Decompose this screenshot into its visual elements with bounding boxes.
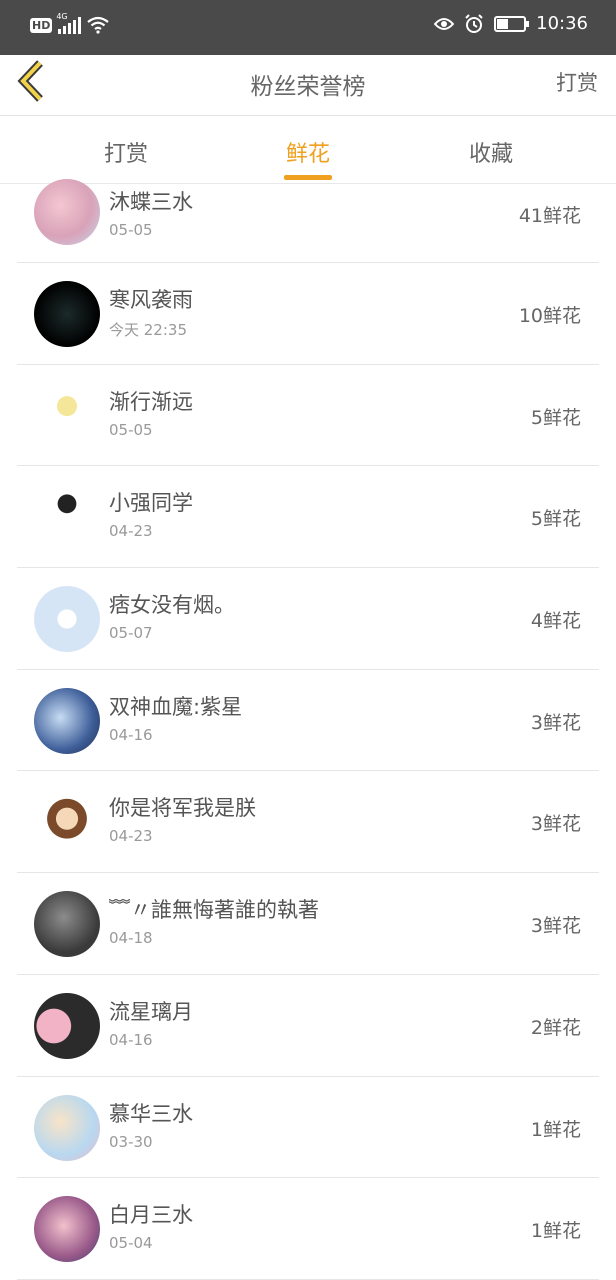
fan-date: 05-04 xyxy=(109,1234,153,1253)
fan-row[interactable]: 小强同学 04-23 5鲜花 xyxy=(17,466,599,569)
avatar[interactable] xyxy=(34,1196,100,1263)
fan-row[interactable]: 沐蝶三水 05-05 41鲜花 xyxy=(17,179,599,263)
flower-count: 10鲜花 xyxy=(518,305,581,327)
fan-date: 03-30 xyxy=(109,1132,153,1151)
fan-name: 你是将军我是朕 xyxy=(109,796,256,821)
flower-count: 3鲜花 xyxy=(530,915,581,938)
eye-icon xyxy=(434,17,455,30)
fan-date: 04-16 xyxy=(109,725,153,744)
fan-row[interactable]: 白月三水 05-04 1鲜花 xyxy=(17,1178,599,1280)
tab-favorites[interactable]: 收藏 xyxy=(431,136,551,168)
fan-date: 04-23 xyxy=(109,827,153,846)
status-bar: HD 4G 10:36 xyxy=(0,0,616,55)
fan-name: 小强同学 xyxy=(109,491,193,516)
flower-count: 41鲜花 xyxy=(518,205,581,227)
avatar[interactable] xyxy=(34,992,100,1059)
fan-date: 04-16 xyxy=(109,1030,153,1049)
status-right: 10:36 xyxy=(434,13,588,34)
avatar[interactable] xyxy=(34,179,100,245)
top-bar: 粉丝荣誉榜 打赏 xyxy=(0,55,616,116)
active-tab-indicator xyxy=(284,175,332,180)
fan-row[interactable]: ﹌〃誰無悔著誰的執著 04-18 3鲜花 xyxy=(17,873,599,975)
flower-count: 3鲜花 xyxy=(530,711,581,734)
battery-icon xyxy=(494,15,530,32)
fan-name: 流星璃月 xyxy=(109,999,193,1024)
avatar[interactable] xyxy=(34,281,100,347)
avatar[interactable] xyxy=(34,789,100,856)
avatar[interactable] xyxy=(34,891,100,958)
fan-date: 05-05 xyxy=(109,420,153,439)
avatar[interactable] xyxy=(34,1094,100,1161)
fan-name: 痞女没有烟。 xyxy=(109,593,235,618)
flower-count: 5鲜花 xyxy=(530,406,581,429)
flower-count: 1鲜花 xyxy=(530,1220,581,1243)
fan-date: 05-05 xyxy=(109,221,153,239)
fan-row[interactable]: 双神血魔:紫星 04-16 3鲜花 xyxy=(17,670,599,772)
tab-bar: 打赏 鲜花 收藏 xyxy=(0,116,616,184)
fan-name: ﹌〃誰無悔著誰的執著 xyxy=(109,898,319,923)
avatar[interactable] xyxy=(34,484,100,551)
hd-icon: HD xyxy=(30,17,53,33)
clock: 10:36 xyxy=(536,13,588,34)
fan-date: 今天 22:35 xyxy=(109,321,187,339)
avatar[interactable] xyxy=(34,687,100,754)
flower-count: 3鲜花 xyxy=(530,813,581,836)
fan-name: 双神血魔:紫星 xyxy=(109,694,243,719)
tab-reward[interactable]: 打赏 xyxy=(66,136,186,168)
fan-row[interactable]: 你是将军我是朕 04-23 3鲜花 xyxy=(17,771,599,874)
fan-name: 渐行渐远 xyxy=(109,389,193,414)
fan-date: 05-07 xyxy=(109,624,153,643)
alarm-icon xyxy=(465,13,483,33)
wifi-icon xyxy=(87,16,110,34)
fan-date: 04-23 xyxy=(109,522,153,541)
fan-row[interactable]: 寒风袭雨今天 22:35 10鲜花 xyxy=(17,263,599,365)
flower-count: 5鲜花 xyxy=(530,508,581,531)
status-left: HD 4G xyxy=(30,12,110,34)
fan-row[interactable]: 流星璃月 04-16 2鲜花 xyxy=(17,975,599,1077)
fan-name: 沐蝶三水 xyxy=(109,190,193,214)
flower-count: 2鲜花 xyxy=(530,1016,581,1039)
fan-row[interactable]: 渐行渐远 05-05 5鲜花 xyxy=(17,365,599,467)
flower-count: 4鲜花 xyxy=(530,610,581,633)
avatar[interactable] xyxy=(34,586,100,653)
signal-icon: 4G xyxy=(56,12,82,34)
reward-button[interactable]: 打赏 xyxy=(556,67,598,97)
fan-list: 沐蝶三水 05-05 41鲜花寒风袭雨今天 22:35 10鲜花渐行渐远 05-05 5鲜… xyxy=(17,179,599,1280)
fan-name: 白月三水 xyxy=(109,1203,193,1228)
page-title: 粉丝荣誉榜 xyxy=(250,74,366,100)
fan-row[interactable]: 痞女没有烟。 05-07 4鲜花 xyxy=(17,568,599,670)
fan-date: 04-18 xyxy=(109,929,153,948)
fan-name: 寒风袭雨 xyxy=(109,288,193,312)
avatar[interactable] xyxy=(34,382,100,449)
tab-flowers[interactable]: 鲜花 xyxy=(248,136,368,168)
fan-name: 慕华三水 xyxy=(109,1101,193,1126)
flower-count: 1鲜花 xyxy=(530,1118,581,1141)
fan-row[interactable]: 慕华三水 03-30 1鲜花 xyxy=(17,1077,599,1179)
